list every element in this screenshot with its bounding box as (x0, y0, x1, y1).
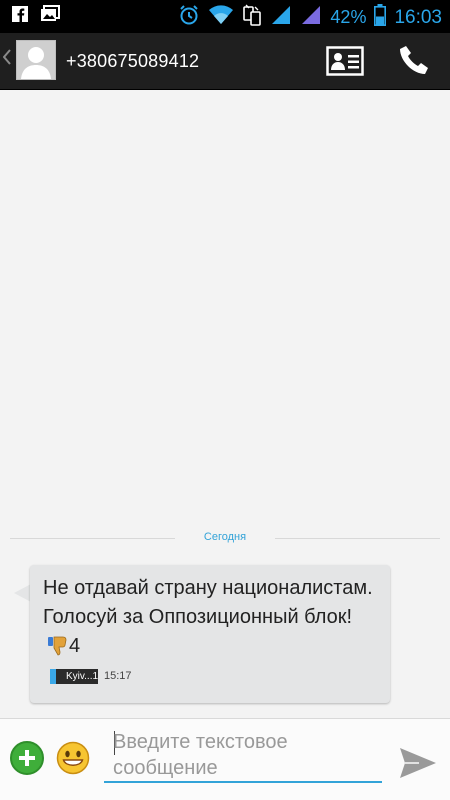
signal-sim2-icon (300, 4, 322, 31)
signal-sim1-icon (270, 4, 292, 31)
message-text: Не отдавай страну националистам. Голосуй… (43, 577, 373, 628)
separator-line-right (275, 538, 440, 539)
thumbs-down-emoji-icon (47, 634, 69, 665)
status-bar: 42% 16:03 (0, 0, 450, 33)
sim-badge: Kyiv...1 (50, 669, 98, 684)
message-composer: Введите текстовое сообщение (0, 718, 450, 800)
message-time: 15:17 (104, 670, 132, 682)
bubble-tail (14, 584, 31, 602)
battery-percent: 42% (330, 7, 367, 27)
battery-icon (374, 4, 387, 31)
message-list[interactable]: Сегодня Не отдавай страну националистам.… (0, 90, 450, 718)
notification-icons (12, 5, 60, 28)
clock: 16:03 (394, 6, 442, 28)
contact-number[interactable]: +380675089412 (66, 51, 199, 72)
date-label: Сегодня (203, 531, 247, 543)
contact-avatar[interactable] (16, 40, 56, 80)
contact-card-icon[interactable] (326, 46, 364, 81)
message-text-block: Не отдавай страну националистам. Голосуй… (43, 574, 378, 665)
message-input[interactable]: Введите текстовое сообщение (104, 725, 382, 783)
action-bar: +380675089412 (0, 33, 450, 90)
send-icon[interactable] (398, 746, 438, 780)
message-input-placeholder: Введите текстовое сообщение (113, 731, 288, 779)
phone-call-icon[interactable] (398, 44, 430, 81)
incoming-message-bubble[interactable]: Не отдавай страну националистам. Голосуй… (30, 565, 390, 703)
add-attachment-button[interactable] (10, 741, 44, 775)
person-silhouette-icon (21, 47, 51, 79)
photo-notification-icon (40, 5, 60, 28)
back-chevron-icon[interactable] (2, 49, 11, 70)
date-separator: Сегодня (10, 530, 440, 546)
alarm-icon (178, 4, 200, 31)
facebook-icon (12, 6, 28, 27)
system-icons: 42% 16:03 (178, 3, 442, 32)
smiley-icon[interactable] (56, 741, 90, 775)
wifi-icon (208, 4, 234, 31)
message-count: 4 (69, 635, 81, 657)
dual-sim-icon (242, 3, 262, 32)
